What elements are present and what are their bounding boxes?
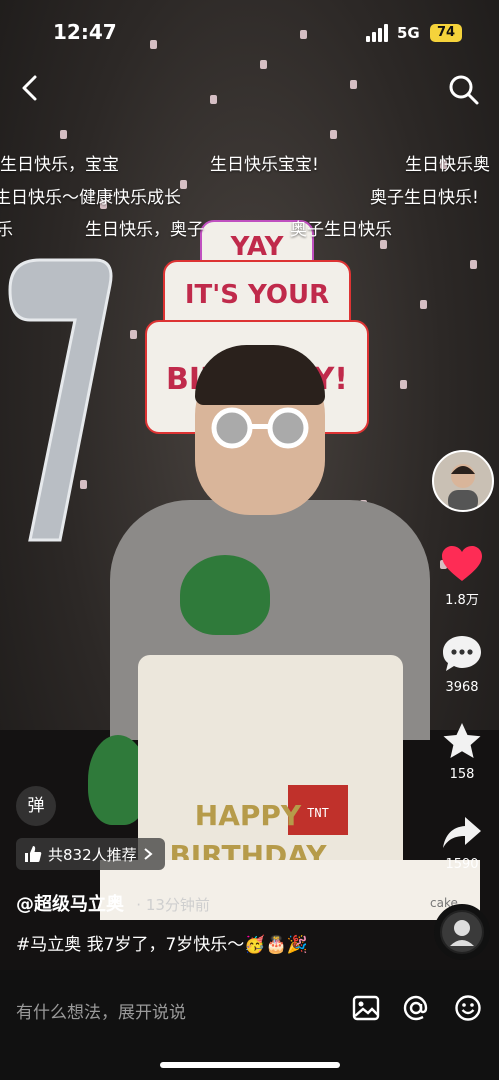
author-line[interactable]: @超级马立奥 · 13分钟前	[16, 890, 210, 916]
video-caption[interactable]: #马立奥 我7岁了，7岁快乐～🥳🎂🎉	[16, 930, 308, 955]
home-indicator[interactable]	[160, 1062, 340, 1068]
battery-icon: 74	[430, 24, 462, 42]
cake-decoration: TNT HAPPY BIRTHDAY	[169, 785, 348, 872]
status-bar: 12:47 5G 74	[0, 0, 499, 60]
danmu-comment[interactable]: 生日快乐奥	[405, 150, 490, 175]
author-name[interactable]: @超级马立奥	[16, 894, 124, 915]
like-count: 1.8万	[445, 593, 479, 608]
share-button[interactable]: 1590	[422, 815, 499, 872]
danmu-comment[interactable]: 生日快乐，奥子	[85, 215, 204, 240]
music-disc[interactable]	[434, 904, 490, 960]
balloon-text-its-your: IT'S YOUR	[184, 280, 330, 310]
avatar-image	[448, 464, 478, 510]
emoji-icon[interactable]	[454, 994, 482, 1022]
chevron-right-icon	[144, 848, 153, 860]
share-icon	[443, 817, 481, 848]
favorite-count: 158	[449, 767, 475, 782]
author-avatar[interactable]	[432, 450, 494, 512]
danmaku-toggle-button[interactable]: 弹	[16, 786, 56, 826]
danmu-comment[interactable]: 生日快乐宝宝!	[210, 150, 319, 175]
danmu-comment[interactable]: 奥子生日快乐!	[370, 183, 479, 208]
danmu-comment[interactable]: 生日快乐，宝宝	[0, 150, 119, 175]
comment-icon	[443, 636, 481, 671]
comment-button[interactable]: 3968	[422, 634, 499, 695]
tnt-label: TNT	[307, 806, 329, 820]
recommend-text: 共832人推荐	[48, 845, 137, 864]
comment-count: 3968	[445, 680, 479, 695]
share-count: 1590	[445, 857, 479, 872]
comment-input[interactable]: 有什么想法，展开说说	[16, 998, 186, 1023]
signal-icon	[366, 24, 390, 42]
cake-tree-decoration	[180, 555, 270, 635]
like-button[interactable]: 1.8万	[422, 545, 499, 608]
silver-number-balloon	[8, 258, 113, 542]
danmu-comment[interactable]: 奥子生日快乐	[290, 215, 392, 240]
heart-icon	[442, 546, 482, 581]
music-cover-icon	[442, 912, 482, 952]
post-time: · 13分钟前	[136, 896, 210, 914]
thumbs-up-icon	[25, 846, 42, 862]
party-glasses	[211, 407, 309, 449]
star-icon	[443, 723, 481, 758]
favorite-button[interactable]: 158	[422, 721, 499, 782]
back-icon[interactable]	[14, 72, 46, 104]
post-time-text: 13分钟前	[145, 896, 210, 914]
birthday-cake: TNT HAPPY BIRTHDAY	[138, 655, 403, 885]
network-type: 5G	[397, 24, 420, 42]
comment-bar: 有什么想法，展开说说	[0, 970, 499, 1080]
status-time: 12:47	[53, 20, 117, 44]
danmu-comment[interactable]: 生日快乐～健康快乐成长	[0, 183, 181, 208]
danmu-comment[interactable]: 乐	[0, 215, 13, 240]
search-icon[interactable]	[446, 72, 480, 106]
image-icon[interactable]	[352, 994, 380, 1022]
at-icon[interactable]	[402, 994, 430, 1022]
cake-happy-text: HAPPY	[195, 799, 302, 832]
recommend-pill[interactable]: 共832人推荐	[16, 838, 165, 870]
